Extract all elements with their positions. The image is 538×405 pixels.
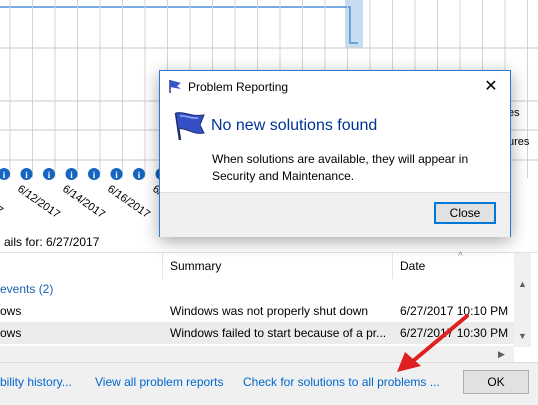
vertical-scrollbar[interactable]: ▲ ▼	[514, 253, 531, 347]
scroll-up-icon[interactable]: ▲	[518, 279, 527, 289]
close-button[interactable]: Close	[434, 202, 496, 224]
scroll-right-icon[interactable]: ▶	[498, 349, 505, 360]
flag-icon	[174, 112, 205, 141]
dialog-heading: No new solutions found	[211, 117, 378, 134]
cell-summary: Windows was not properly shut down	[170, 304, 369, 318]
reliability-history-link[interactable]: bility history...	[0, 375, 72, 389]
dialog-message: When solutions are available, they will …	[212, 152, 469, 183]
scroll-down-icon[interactable]: ▼	[518, 331, 527, 341]
details-label: ails for: 6/27/2017	[4, 235, 100, 249]
sort-indicator-icon: ^	[458, 251, 463, 262]
cell-source: ows	[0, 304, 22, 318]
chart-legend-text: ures	[508, 136, 530, 148]
info-icon[interactable]: i	[88, 168, 100, 180]
cell-source: ows	[0, 326, 22, 340]
annotation-arrow-icon	[397, 314, 469, 372]
cell-summary: Windows failed to start because of a pr.…	[170, 326, 387, 340]
info-icon[interactable]: i	[20, 168, 33, 180]
group-header[interactable]: events (2)	[0, 279, 53, 299]
problem-reporting-dialog: Problem Reporting ✕ No new solutions fou…	[159, 70, 511, 237]
dialog-footer: Close	[160, 192, 510, 237]
dialog-title: Problem Reporting	[188, 80, 289, 94]
close-icon[interactable]: ✕	[472, 71, 510, 102]
dialog-title-bar[interactable]: Problem Reporting ✕	[160, 71, 510, 102]
info-icon[interactable]: i	[0, 168, 10, 180]
flag-icon	[169, 80, 181, 93]
column-header-summary[interactable]: Summary	[170, 253, 221, 279]
info-icon[interactable]: i	[65, 168, 78, 180]
info-icon[interactable]: i	[133, 168, 145, 180]
info-icon[interactable]: i	[110, 168, 123, 180]
info-icon[interactable]: i	[43, 168, 55, 180]
view-all-reports-link[interactable]: View all problem reports	[95, 375, 224, 389]
check-for-solutions-link[interactable]: Check for solutions to all problems ...	[243, 375, 440, 389]
column-header-date[interactable]: Date	[400, 253, 425, 279]
